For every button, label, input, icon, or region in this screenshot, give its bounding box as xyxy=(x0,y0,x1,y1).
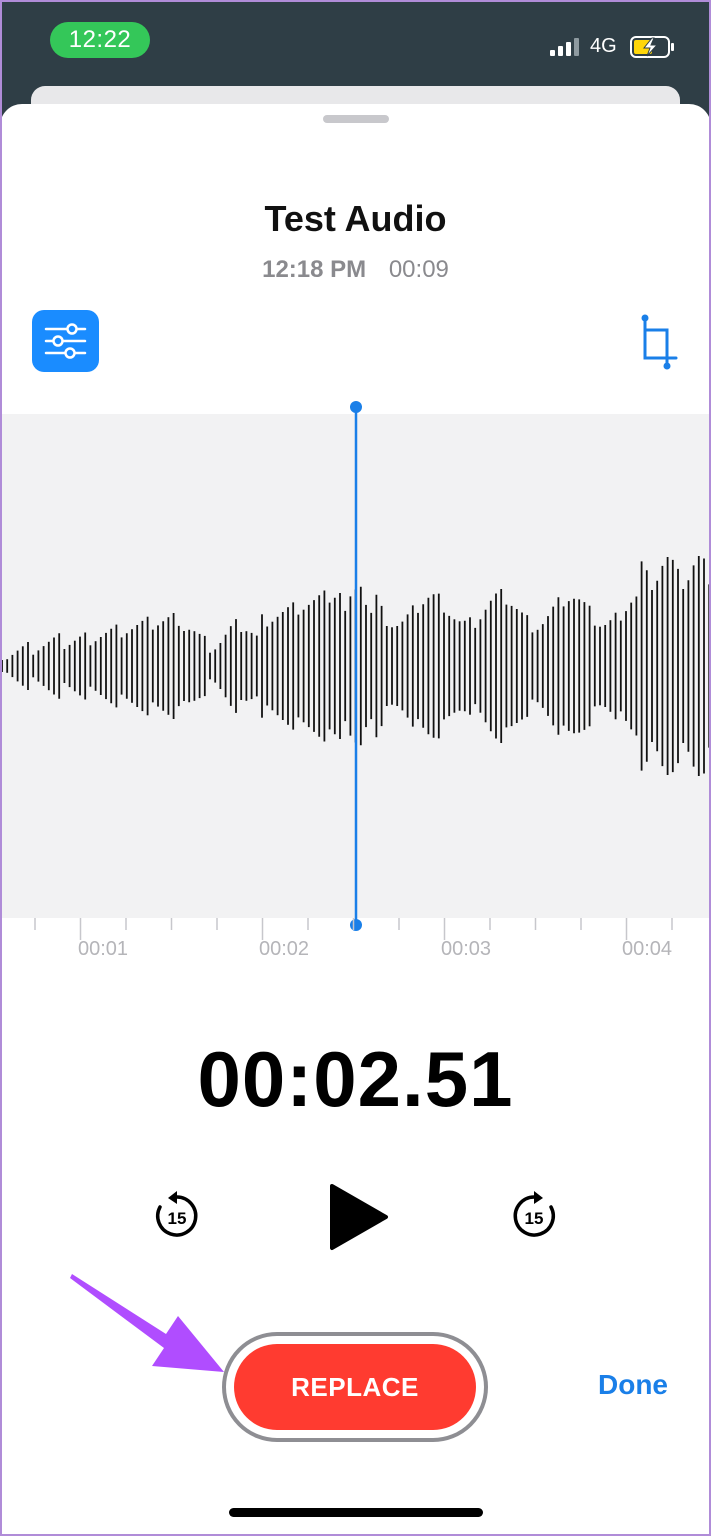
timeline-label: 00:02 xyxy=(259,938,310,960)
signal-icon xyxy=(550,38,579,56)
recording-title[interactable]: Test Audio xyxy=(0,198,711,240)
annotation-arrow xyxy=(70,1274,224,1372)
recording-editor-sheet: Test Audio 12:18 PM 00:09 00:01 00:02 00… xyxy=(0,104,711,1536)
status-time: 12:22 xyxy=(50,22,150,58)
skip-back-label: 15 xyxy=(168,1209,187,1228)
sheet-grabber[interactable] xyxy=(323,115,389,123)
replace-button-highlight: REPLACE xyxy=(222,1332,488,1442)
elapsed-time: 00:02.51 xyxy=(197,1035,514,1123)
home-indicator[interactable] xyxy=(229,1508,483,1517)
recording-date: 12:18 PM xyxy=(262,256,367,283)
timeline-label: 00:03 xyxy=(441,938,492,960)
recording-duration: 00:09 xyxy=(388,256,449,283)
recording-meta: 12:18 PM 00:09 xyxy=(0,256,711,284)
trim-icon[interactable] xyxy=(636,314,680,370)
timeline-label: 00:01 xyxy=(78,938,129,960)
skip-back-15-icon[interactable]: 15 xyxy=(151,1190,203,1242)
replace-button[interactable]: REPLACE xyxy=(234,1344,476,1430)
playhead[interactable] xyxy=(350,401,362,931)
battery-charging-icon xyxy=(630,36,674,58)
play-button[interactable] xyxy=(328,1182,390,1252)
timeline-label: 00:04 xyxy=(622,938,673,960)
options-icon xyxy=(44,323,87,359)
play-icon xyxy=(330,1184,388,1250)
options-button[interactable] xyxy=(32,310,99,372)
skip-forward-label: 15 xyxy=(525,1209,544,1228)
done-button[interactable]: Done xyxy=(598,1369,668,1401)
network-label: 4G xyxy=(590,35,617,57)
status-bar: 12:22 4G xyxy=(0,0,711,80)
skip-forward-15-icon[interactable]: 15 xyxy=(508,1190,560,1242)
